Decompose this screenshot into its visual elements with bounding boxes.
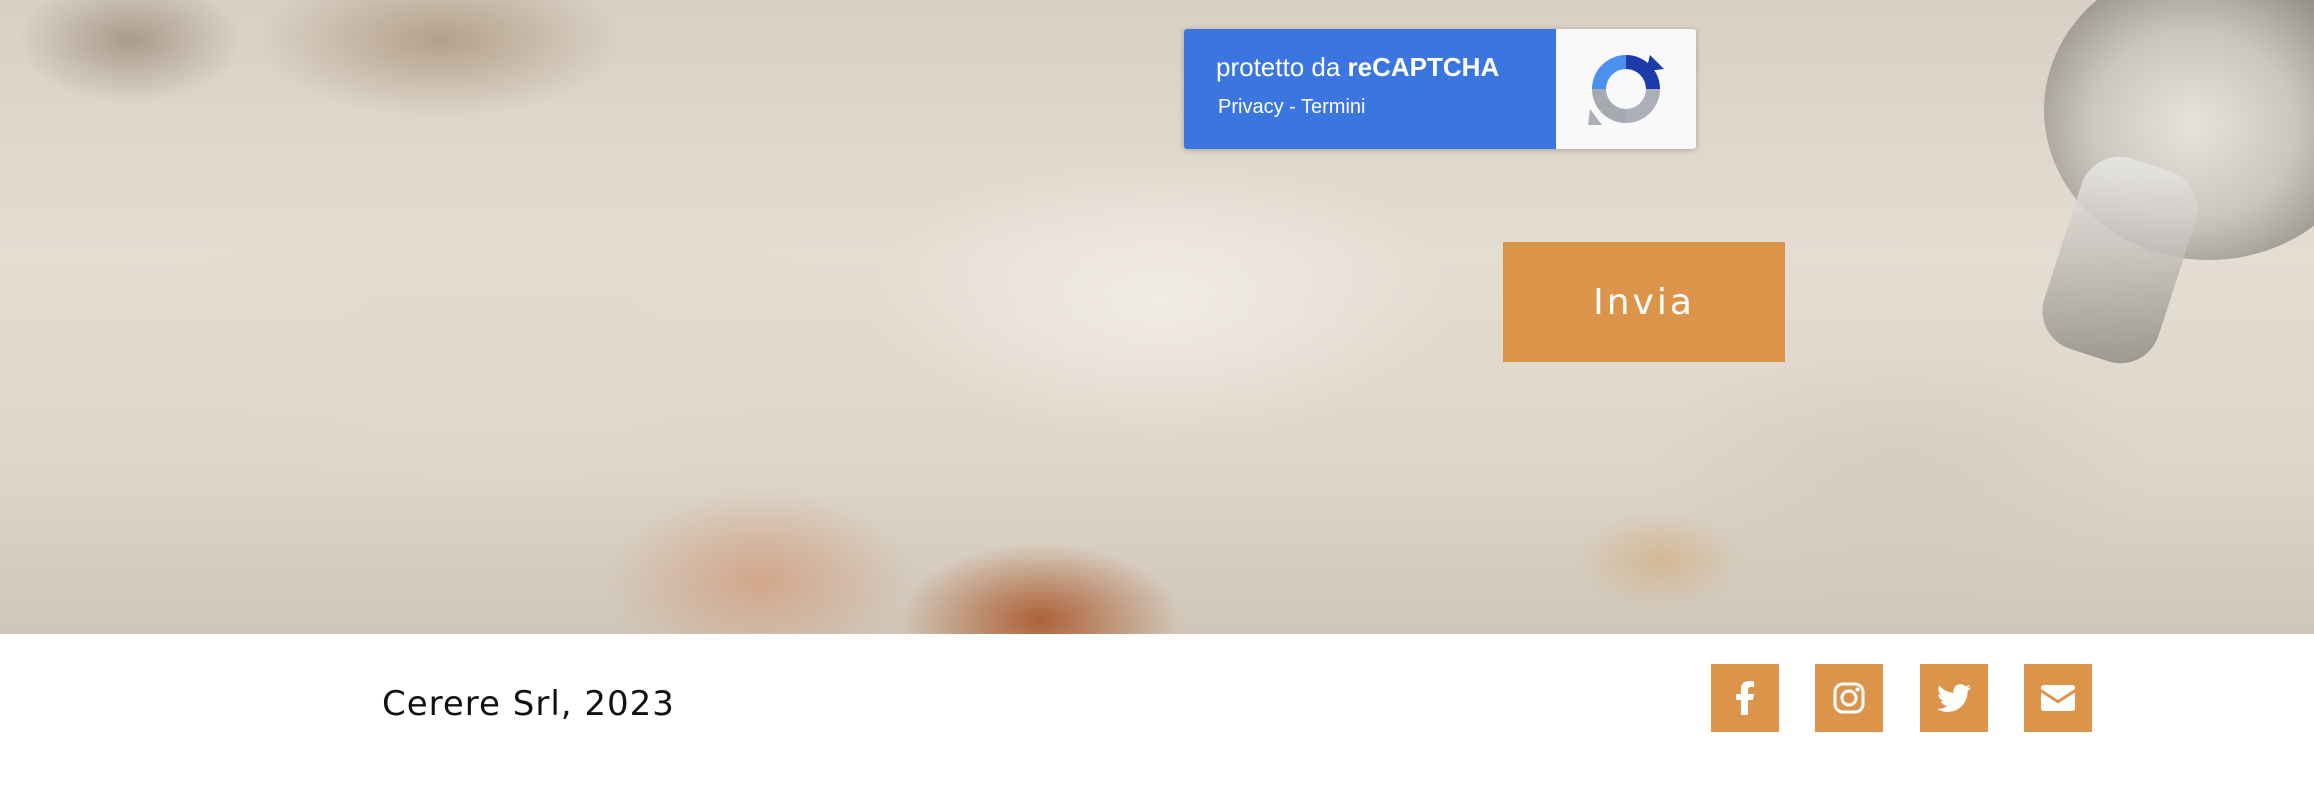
email-link[interactable] [2024, 664, 2092, 732]
recaptcha-text-panel: protetto da reCAPTCHA Privacy - Termini [1184, 29, 1556, 149]
recaptcha-links: Privacy - Termini [1218, 93, 1556, 121]
recaptcha-protected-label: protetto da [1216, 52, 1348, 82]
recaptcha-brand: reCAPTCHA [1347, 52, 1500, 82]
recaptcha-link-separator: - [1283, 96, 1301, 118]
footer-copyright: Cerere Srl, 2023 [382, 684, 675, 724]
recaptcha-title: protetto da reCAPTCHA [1216, 51, 1556, 83]
recaptcha-logo-icon [1588, 55, 1664, 125]
hero-background-image: protetto da reCAPTCHA Privacy - Termini … [0, 0, 2314, 634]
facebook-icon [1736, 681, 1754, 715]
facebook-link[interactable] [1711, 664, 1779, 732]
footer: Cerere Srl, 2023 [0, 634, 2314, 796]
measuring-cup-handle-image [2032, 146, 2208, 374]
recaptcha-logo-box [1556, 29, 1696, 149]
recaptcha-terms-link[interactable]: Termini [1301, 96, 1365, 118]
twitter-icon [1937, 684, 1971, 712]
envelope-icon [2041, 685, 2075, 711]
submit-button[interactable]: Invia [1503, 242, 1785, 362]
instagram-icon [1833, 682, 1865, 714]
recaptcha-badge[interactable]: protetto da reCAPTCHA Privacy - Termini [1184, 29, 1696, 149]
instagram-link[interactable] [1815, 664, 1883, 732]
recaptcha-privacy-link[interactable]: Privacy [1218, 96, 1284, 118]
twitter-link[interactable] [1920, 664, 1988, 732]
